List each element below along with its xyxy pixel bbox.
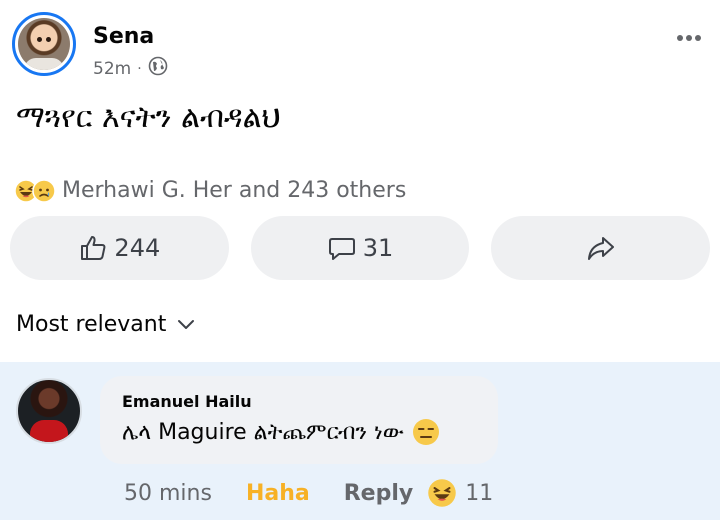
- commenter-name[interactable]: Emanuel Hailu: [122, 392, 252, 411]
- comment-sort-dropdown[interactable]: Most relevant: [16, 312, 196, 337]
- reactions-summary[interactable]: Merhawi G. Her and 243 others: [14, 178, 406, 203]
- post-actions: 244 31: [10, 216, 711, 282]
- comment-bubble[interactable]: Emanuel Hailu ሌላ Maguire ልትጨምርብን ነው: [100, 376, 498, 464]
- post-text: ማጓየር እናትን ልብዳልህ: [16, 100, 281, 135]
- post-time[interactable]: 52m: [93, 59, 131, 79]
- reactions-summary-text[interactable]: Merhawi G. Her and 243 others: [62, 178, 406, 203]
- comment-footer: 50 mins Haha Reply 11: [124, 478, 493, 508]
- comment-item: Emanuel Hailu ሌላ Maguire ልትጨምርብን ነው 50 m…: [0, 362, 720, 520]
- comment-haha-button[interactable]: Haha: [246, 481, 310, 506]
- comment-reactions[interactable]: 11: [427, 478, 493, 508]
- sad-icon: [32, 178, 56, 203]
- haha-icon: [428, 479, 456, 507]
- like-count: 244: [114, 234, 161, 262]
- comment-body: ሌላ Maguire ልትጨምርብን ነው: [122, 419, 404, 445]
- comment-text: ሌላ Maguire ልትጨምርብን ነው: [122, 418, 440, 446]
- reaction-icons: [14, 178, 56, 203]
- comment-button[interactable]: 31: [250, 216, 470, 280]
- author-name[interactable]: Sena: [93, 24, 154, 49]
- comment-reaction-count: 11: [465, 480, 494, 506]
- dot: [686, 35, 692, 41]
- dot: [695, 35, 701, 41]
- post-meta: 52m ·: [93, 56, 168, 81]
- thumbs-up-icon: [81, 236, 106, 260]
- comment-icon: [328, 238, 355, 260]
- more-options-button[interactable]: [672, 28, 706, 48]
- share-icon: [587, 237, 614, 260]
- globe-icon: [148, 56, 168, 81]
- share-button[interactable]: [491, 216, 711, 280]
- comment-count: 31: [362, 234, 394, 262]
- avatar-photo: [18, 18, 70, 70]
- sort-label: Most relevant: [16, 312, 167, 337]
- comment-time[interactable]: 50 mins: [124, 481, 212, 506]
- comment-reply-button[interactable]: Reply: [344, 481, 414, 506]
- like-button[interactable]: 244: [10, 216, 229, 280]
- chevron-down-icon: [178, 319, 195, 329]
- author-avatar[interactable]: [12, 12, 76, 76]
- expressionless-face-icon: [412, 419, 439, 445]
- meta-separator: ·: [137, 60, 142, 77]
- post-header: Sena 52m ·: [0, 0, 720, 90]
- dot: [677, 35, 683, 41]
- commenter-avatar[interactable]: [16, 378, 82, 444]
